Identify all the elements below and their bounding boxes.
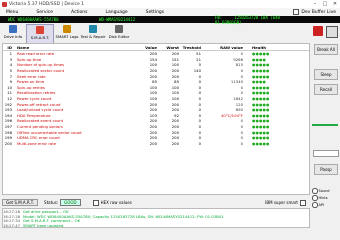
table-row[interactable]: 197 Current pending sectors 200 200 0 0 ●●●●●: [3, 124, 309, 130]
checkbox-icon: [92, 199, 99, 206]
cell-id: 198: [4, 129, 12, 135]
table-row[interactable]: 199 UDMA CRC error count 200 200 0 0 ●●●●●: [3, 135, 309, 141]
cell-id: 200: [4, 140, 12, 146]
cell-raw: 0: [240, 140, 243, 146]
maximize-button[interactable]: □: [320, 1, 330, 7]
table-row[interactable]: 4 Number of spin-up times 100 100 0 815 ●●●●●: [3, 62, 309, 68]
toolbar-button-label: Drive Info: [3, 34, 23, 39]
disk-editor-icon: [115, 25, 123, 33]
toolbar-button-label: SMART Logs: [55, 34, 79, 39]
hex-raw-checkbox[interactable]: HEX raw values: [92, 199, 132, 206]
status-label: Status:: [44, 200, 59, 205]
sound-label: Sound: [318, 188, 330, 193]
api-label: API: [318, 202, 325, 207]
minimize-button[interactable]: –: [310, 1, 320, 7]
sleep-button[interactable]: Sleep: [314, 69, 338, 80]
activity-bar: [312, 124, 338, 126]
log-panel[interactable]: 16:27:28 Get drive passport... OK 16:27:28…: [2, 208, 310, 228]
menu-item-service[interactable]: Service: [36, 10, 53, 15]
device-bar[interactable]: WDC WD6400AAKS-55A7B0 WD-WMASY0214412 FW…: [0, 14, 340, 25]
table-row[interactable]: 198 Offline uncorrectable sector count 200…: [3, 129, 309, 135]
api-option[interactable]: API: [312, 202, 324, 208]
table-row[interactable]: 5 Reallocated sector count 200 200 140 0 ●●●●●: [3, 68, 309, 74]
cell-value: 200: [149, 140, 157, 146]
hints-label: Hints: [318, 195, 328, 200]
cell-id: 196: [4, 118, 12, 124]
radio-icon: [312, 188, 318, 194]
log-message: Drive reported: SMART status = GOOD: [23, 227, 96, 228]
menu-item-language[interactable]: Language: [105, 10, 127, 15]
dev-buffer-checkbox[interactable]: Dev Buffer Live: [293, 9, 336, 15]
table-row[interactable]: 193 Load/unload cycle count 200 200 0 690 ●●●●…: [3, 107, 309, 113]
cell-name: Multi-zone error rate: [17, 140, 57, 146]
hex-raw-label: HEX raw values: [100, 200, 132, 205]
device-model: WDC WD6400AAKS-55A7B0: [8, 17, 59, 22]
cell-id: 192: [4, 101, 12, 107]
menu-item-actions[interactable]: Actions: [71, 10, 87, 15]
ibm-super-smart-label: IBM super smart: [265, 200, 298, 205]
table-row[interactable]: 192 Power-off retract count 200 200 0 120 ●●●●…: [3, 101, 309, 107]
smart-logs-icon: [63, 25, 71, 33]
toolbar-button-label: S.M.A.R.T.: [30, 35, 50, 40]
hints-option[interactable]: Hints: [312, 195, 328, 201]
title-bar: Victoria 5.37 HDD/SSD | Device 1 – □ ✕: [0, 0, 340, 8]
cell-id: 197: [4, 124, 12, 130]
toolbar-button-smart-logs[interactable]: SMART Logs: [54, 24, 80, 42]
device-firmware: FW: 01.03B01: [214, 14, 235, 25]
device-serial: WD-WMASY0214412: [99, 17, 136, 22]
test-repair-icon: [89, 25, 97, 33]
radio-icon: [312, 202, 318, 208]
cell-id: 194: [4, 112, 12, 118]
menu-item-settings[interactable]: Settings: [146, 10, 164, 15]
close-button[interactable]: ✕: [330, 1, 340, 7]
table-row[interactable]: 196 Reallocated event count 200 200 0 0 ●●●●●: [3, 118, 309, 124]
cell-id: 193: [4, 107, 12, 113]
radio-icon: [312, 195, 318, 201]
toolbar-button-disk-editor[interactable]: Disk Editor: [106, 24, 132, 42]
drive-info-icon: [9, 25, 17, 33]
ibm-super-smart-checkbox[interactable]: IBM super smart: [265, 199, 306, 206]
break-all-button[interactable]: Break All: [314, 44, 338, 55]
cell-threshold: 0: [198, 140, 201, 146]
passport-button[interactable]: Passp: [314, 164, 338, 175]
table-row[interactable]: 11 Recalibration retries 100 100 0 0 ●●●●●: [3, 90, 309, 96]
sound-option[interactable]: Sound: [312, 188, 330, 194]
smart-table: ID Name Value Worst Treshold RAW value H…: [2, 43, 310, 195]
toolbar-button-test-repair[interactable]: Test & Repair: [80, 24, 106, 42]
checkbox-icon: [300, 199, 306, 206]
checkbox-icon: [293, 9, 300, 15]
app-icon: [2, 1, 7, 7]
toolbar-button-drive-info[interactable]: Drive Info: [0, 24, 26, 42]
cell-health: ●●●●●: [252, 140, 270, 146]
cell-worst: 200: [171, 140, 179, 146]
table-row[interactable]: 12 Power cycle count 100 100 0 1842 ●●●●●: [3, 96, 309, 102]
toolbar-button-s-m-a-r-t[interactable]: S.M.A.R.T.: [26, 24, 54, 44]
stop-icon[interactable]: [313, 26, 323, 36]
log-line: 16:27:48Drive reported: SMART status = G…: [3, 227, 309, 228]
main-toolbar: Drive Info S.M.A.R.T. SMART Logs Test & Rep…: [0, 24, 310, 44]
menu-bar: Menu Service Actions Language Settings D…: [0, 8, 340, 16]
recall-button[interactable]: Recall: [314, 84, 338, 95]
get-smart-button[interactable]: Get S.M.A.R.T.: [2, 199, 39, 206]
status-bar: Get S.M.A.R.T. Status: GOOD HEX raw valu…: [0, 199, 310, 206]
progress-box: [313, 150, 339, 157]
toolbar-button-label: Test & Repair: [80, 34, 106, 39]
table-row[interactable]: 1 Raw read error rate 200 200 51 0 ●●●●●: [3, 51, 309, 57]
table-row[interactable]: 194 HDA Temperature 103 92 0 40°C/104°F ●●●●●: [3, 113, 309, 119]
device-capacity: 1250263728 LBA (640 GB): [234, 14, 280, 25]
table-row[interactable]: 200 Multi-zone error rate 200 200 0 0 ●●●●●: [3, 141, 309, 147]
log-time: 16:27:48: [3, 227, 23, 228]
menu-item-menu[interactable]: Menu: [6, 10, 18, 15]
cell-id: 199: [4, 135, 12, 141]
status-badge: GOOD: [60, 199, 81, 206]
pause-icon[interactable]: [326, 26, 338, 38]
toolbar-button-label: Disk Editor: [108, 34, 130, 39]
dev-buffer-label: Dev Buffer Live: [301, 9, 336, 15]
smart-icon: [36, 26, 44, 34]
window-title: Victoria 5.37 HDD/SSD | Device 1: [9, 1, 85, 7]
right-panel: Break All Sleep Recall Passp Sound Hints…: [310, 24, 340, 226]
